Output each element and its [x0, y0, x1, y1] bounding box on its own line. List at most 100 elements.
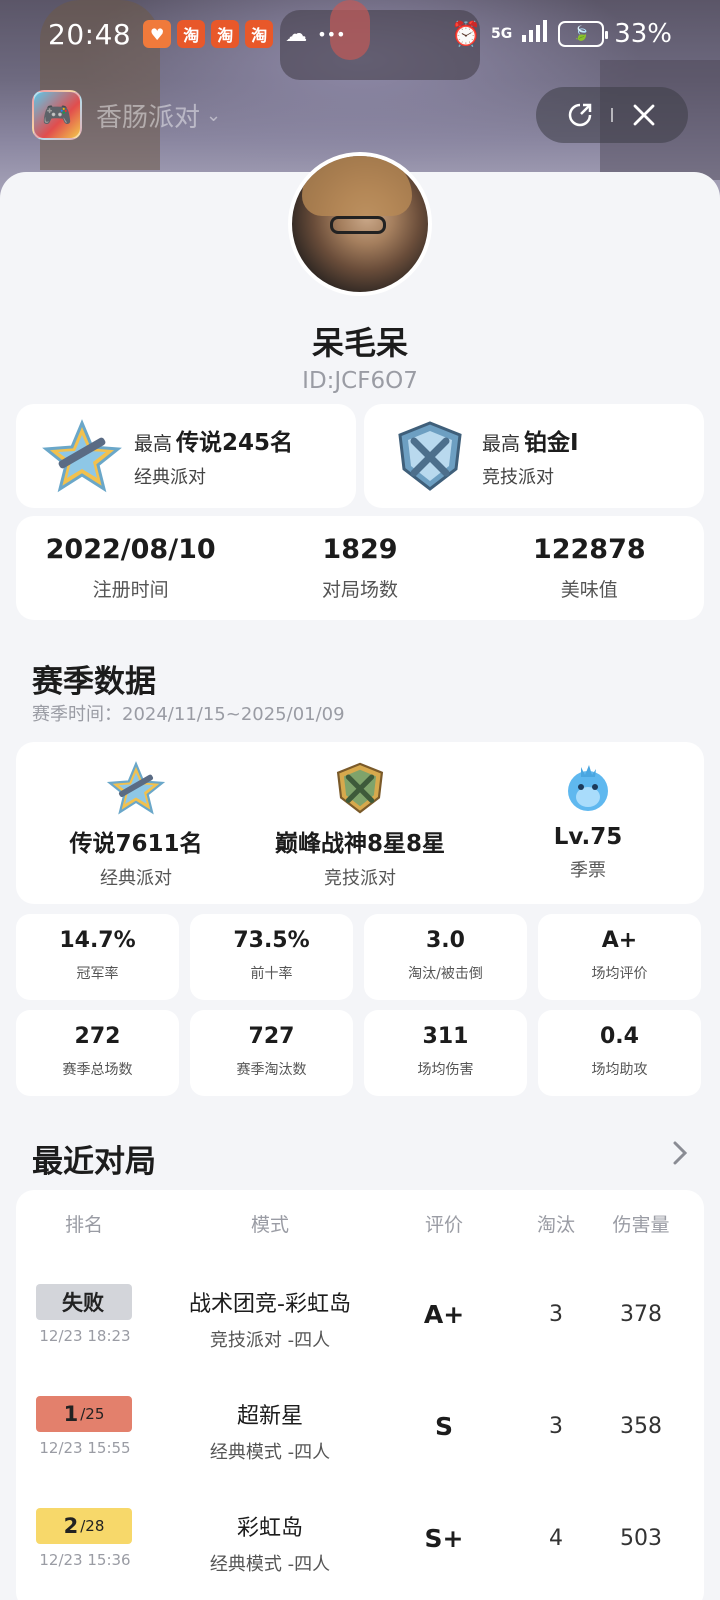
season-label: 季票 — [570, 860, 606, 881]
stat-label: 淘汰/被击倒 — [408, 966, 483, 982]
column-header-rank: 排名 — [64, 1214, 103, 1236]
match-rank-total: /28 — [80, 1517, 105, 1535]
match-time: 12/23 18:23 — [39, 1327, 131, 1345]
match-submode: 经典模式 -四人 — [209, 1554, 331, 1575]
stat-tile-total-elims: 727 赛季淘汰数 — [190, 1010, 353, 1096]
status-bar: 20:48 ♥ 淘 淘 淘 ☁ ••• ⏰ 5G 🍃 33% — [0, 0, 720, 68]
mini-program-capsule — [536, 87, 688, 143]
match-rank: 失败 — [62, 1291, 104, 1315]
alarm-icon: ⏰ — [451, 20, 481, 48]
match-submode: 竞技派对 -四人 — [209, 1330, 331, 1351]
taobao-notification-icon: 淘 — [245, 20, 274, 48]
overview-stat: 2022/08/10 注册时间 — [17, 534, 244, 602]
stat-label: 赛季淘汰数 — [236, 1062, 307, 1078]
match-map: 战术团竞-彩虹岛 — [189, 1292, 351, 1317]
peak-warrior-icon — [250, 760, 470, 816]
stat-label: 对局场数 — [321, 579, 398, 601]
season-label: 竞技派对 — [324, 868, 396, 889]
stat-value: 122878 — [532, 534, 646, 565]
stat-label: 注册时间 — [92, 579, 169, 601]
wechat-icon: ☁ — [285, 21, 308, 47]
taobao-app-notification-icon: ♥ — [143, 20, 172, 48]
season-label: 经典派对 — [100, 868, 172, 889]
stat-label: 场均助攻 — [591, 1062, 648, 1078]
stat-tile-win-rate: 14.7% 冠军率 — [16, 914, 179, 1000]
stat-value: 73.5% — [233, 928, 310, 953]
user-id: ID:JCF6O7 — [302, 368, 418, 394]
stat-tile-top10-rate: 73.5% 前十率 — [190, 914, 353, 1000]
stat-label: 冠军率 — [76, 966, 119, 982]
season-value: 传说7611名 — [69, 831, 203, 857]
classic-rank-card[interactable]: 最高 传说245名 经典派对 — [16, 404, 356, 508]
season-pass-level: Lv.75 季票 — [478, 760, 698, 882]
stat-value: 1829 — [322, 534, 398, 565]
stat-label: 场均伤害 — [417, 1062, 474, 1078]
network-type: 5G — [490, 26, 513, 42]
blue-bird-icon — [478, 760, 698, 816]
stat-label: 前十率 — [250, 966, 293, 982]
stat-tile-kd: 3.0 淘汰/被击倒 — [364, 914, 527, 1000]
stat-value: A+ — [601, 928, 638, 953]
season-value: 巅峰战神8星8星 — [274, 831, 445, 857]
match-mode: 超新星 经典模式 -四人 — [160, 1398, 380, 1464]
match-elims: 3 — [549, 1302, 563, 1327]
close-icon[interactable] — [624, 95, 664, 135]
stat-label: 美味值 — [560, 579, 618, 601]
stat-value: 2022/08/10 — [45, 534, 216, 565]
season-section-title: 赛季数据 — [32, 664, 156, 700]
rank-value: 铂金I — [524, 430, 579, 456]
chevron-right-icon[interactable] — [672, 1140, 688, 1173]
match-damage: 378 — [620, 1302, 662, 1327]
match-map: 超新星 — [236, 1404, 303, 1429]
rank-mode: 竞技派对 — [482, 467, 554, 488]
column-header-damage: 伤害量 — [612, 1214, 670, 1236]
match-rank-total: /25 — [80, 1405, 105, 1423]
match-time: 12/23 15:36 — [39, 1551, 131, 1569]
stat-tile-avg-damage: 311 场均伤害 — [364, 1010, 527, 1096]
match-grade: S — [434, 1412, 453, 1441]
share-icon[interactable] — [560, 95, 600, 135]
status-time: 20:48 — [48, 17, 132, 51]
stat-value: 3.0 — [426, 928, 465, 953]
column-header-mode: 模式 — [250, 1214, 289, 1236]
match-grade: A+ — [423, 1300, 465, 1329]
match-mode: 战术团竞-彩虹岛 竞技派对 -四人 — [160, 1286, 380, 1352]
match-result-badge: 1/25 — [36, 1396, 132, 1432]
match-result-badge: 失败 — [36, 1284, 132, 1320]
stat-value: 311 — [422, 1024, 469, 1049]
season-classic-rank: 传说7611名 经典派对 — [26, 760, 246, 890]
season-time: 赛季时间：2024/11/15~2025/01/09 — [32, 704, 345, 725]
rank-prefix: 最高 — [134, 433, 173, 455]
legend-star-icon — [26, 760, 246, 816]
avatar[interactable] — [288, 152, 432, 296]
stat-value: 14.7% — [59, 928, 136, 953]
rank-value: 传说245名 — [176, 430, 294, 456]
notification-icons: ♥ 淘 淘 淘 ☁ ••• — [143, 20, 346, 48]
match-map: 彩虹岛 — [236, 1516, 303, 1541]
season-value: Lv.75 — [553, 824, 623, 850]
rank-prefix: 最高 — [482, 433, 521, 455]
overview-stats-card: 2022/08/10 注册时间 1829 对局场数 122878 美味值 — [16, 516, 704, 620]
season-competitive-rank: 巅峰战神8星8星 竞技派对 — [250, 760, 470, 890]
competitive-rank-card[interactable]: 最高 铂金I 竞技派对 — [364, 404, 704, 508]
recent-matches-title: 最近对局 — [32, 1144, 156, 1180]
match-result-badge: 2/28 — [36, 1508, 132, 1544]
match-submode: 经典模式 -四人 — [209, 1442, 331, 1463]
column-header-grade: 评价 — [424, 1214, 463, 1236]
match-damage: 503 — [620, 1526, 662, 1551]
chevron-down-icon[interactable]: ⌄ — [206, 105, 221, 126]
match-elims: 4 — [549, 1526, 563, 1551]
battery-percent: 33% — [614, 19, 672, 49]
platinum-shield-icon — [390, 419, 470, 493]
stat-tile-avg-assists: 0.4 场均助攻 — [538, 1010, 701, 1096]
column-header-elims: 淘汰 — [536, 1214, 575, 1236]
more-notifications-icon: ••• — [317, 24, 346, 44]
stat-tile-avg-grade: A+ 场均评价 — [538, 914, 701, 1000]
app-name[interactable]: 香肠派对 — [96, 97, 200, 134]
game-app-icon[interactable]: 🎮 — [32, 90, 82, 140]
taobao-notification-icon: 淘 — [177, 20, 206, 48]
mini-program-app-bar: 🎮 香肠派对 ⌄ — [32, 86, 688, 144]
username: 呆毛呆 — [311, 324, 408, 362]
signal-icon — [522, 20, 548, 48]
battery-icon: 🍃 — [558, 21, 609, 47]
